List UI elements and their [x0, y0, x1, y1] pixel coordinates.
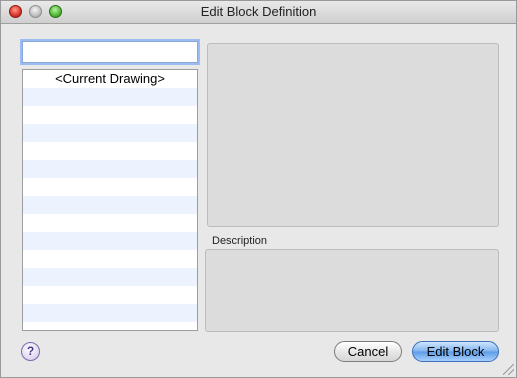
block-list[interactable]: <Current Drawing>: [22, 69, 198, 331]
window-title: Edit Block Definition: [200, 4, 317, 19]
title-bar: Edit Block Definition: [1, 1, 516, 24]
edit-block-button[interactable]: Edit Block: [412, 341, 499, 362]
list-empty-row: [23, 88, 197, 106]
list-item-current-drawing[interactable]: <Current Drawing>: [23, 70, 197, 88]
list-empty-row: [23, 232, 197, 250]
cancel-button[interactable]: Cancel: [334, 341, 402, 362]
search-input[interactable]: [22, 41, 198, 63]
list-empty-row: [23, 142, 197, 160]
list-empty-row: [23, 160, 197, 178]
list-empty-row: [23, 196, 197, 214]
block-preview-pane: [207, 43, 499, 227]
description-label: Description: [212, 235, 268, 247]
list-empty-row: [23, 322, 197, 330]
list-empty-row: [23, 178, 197, 196]
list-empty-row: [23, 286, 197, 304]
list-empty-row: [23, 268, 197, 286]
list-empty-row: [23, 124, 197, 142]
list-empty-row: [23, 214, 197, 232]
description-box: [205, 249, 499, 332]
list-empty-row: [23, 304, 197, 322]
edit-block-definition-window: Edit Block Definition <Current Drawing> …: [0, 0, 517, 378]
list-empty-row: [23, 250, 197, 268]
list-empty-row: [23, 106, 197, 124]
resize-grip-icon[interactable]: [503, 364, 514, 375]
help-button[interactable]: ?: [21, 342, 40, 361]
